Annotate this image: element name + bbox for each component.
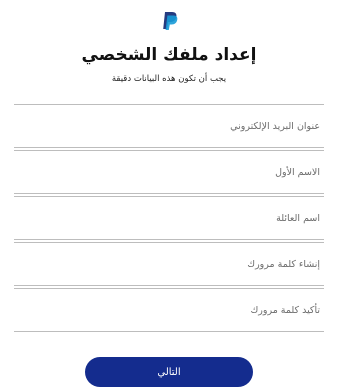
confirm-password-field-label: تأكيد كلمة مرورك xyxy=(250,305,320,316)
create-password-field-label: إنشاء كلمة مرورك xyxy=(247,259,320,270)
last-name-field-label: اسم العائلة xyxy=(276,213,320,224)
first-name-field-label: الاسم الأول xyxy=(275,167,320,178)
email-field-label: عنوان البريد الإلكتروني xyxy=(230,121,320,132)
last-name-field[interactable]: اسم العائلة xyxy=(14,196,324,240)
email-field[interactable]: عنوان البريد الإلكتروني xyxy=(14,104,324,148)
signup-page: إعداد ملفك الشخصي يجب أن تكون هذه البيان… xyxy=(0,0,338,389)
create-password-field[interactable]: إنشاء كلمة مرورك xyxy=(14,242,324,286)
first-name-field[interactable]: الاسم الأول xyxy=(14,150,324,194)
confirm-password-field[interactable]: تأكيد كلمة مرورك xyxy=(14,288,324,332)
page-title: إعداد ملفك الشخصي xyxy=(81,45,257,65)
paypal-logo-icon xyxy=(161,11,179,31)
page-subtitle: يجب أن تكون هذه البيانات دقيقة xyxy=(111,74,227,84)
next-button[interactable]: التالي xyxy=(85,357,253,387)
